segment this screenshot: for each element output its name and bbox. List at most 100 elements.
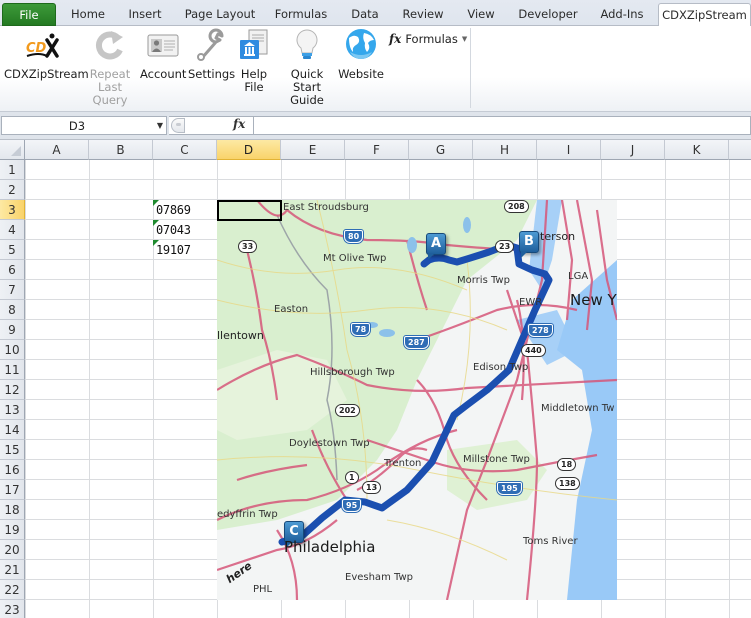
- row-header-9[interactable]: 9: [0, 320, 25, 340]
- row-header-4[interactable]: 4: [0, 220, 25, 240]
- number-stored-as-text-indicator: [153, 220, 159, 226]
- row-header-10[interactable]: 10: [0, 340, 25, 360]
- cdxzipstream-button[interactable]: CD CDXZipStream: [4, 28, 89, 81]
- cell-c4[interactable]: 07043: [153, 220, 217, 240]
- map-place-label: Toms River: [523, 536, 578, 547]
- row-header-16[interactable]: 16: [0, 460, 25, 480]
- column-header-i[interactable]: I: [537, 140, 601, 160]
- fx-icon: fx: [389, 32, 402, 46]
- select-all-button[interactable]: [0, 140, 25, 160]
- cdxzipstream-label: CDXZipStream: [4, 67, 89, 81]
- tab-insert[interactable]: Insert: [120, 3, 170, 26]
- road-shield-287: 287: [403, 335, 430, 350]
- tab-cdxzipstream[interactable]: CDXZipStream: [658, 3, 751, 27]
- column-header-c[interactable]: C: [153, 140, 217, 160]
- road-shield-18: 18: [557, 458, 577, 471]
- insert-function-button[interactable]: fx: [233, 117, 245, 131]
- column-header-g[interactable]: G: [409, 140, 473, 160]
- tab-data[interactable]: Data: [344, 3, 386, 26]
- website-button[interactable]: Website: [338, 28, 384, 81]
- row-header-15[interactable]: 15: [0, 440, 25, 460]
- help-file-icon: [237, 28, 271, 62]
- tab-file[interactable]: File: [2, 3, 56, 26]
- map-place-label: Mt Olive Twp: [323, 253, 387, 264]
- gridline-vertical: [25, 160, 26, 618]
- tab-review[interactable]: Review: [398, 3, 448, 26]
- map-marker-a[interactable]: A: [426, 233, 446, 260]
- row-header-19[interactable]: 19: [0, 520, 25, 540]
- tab-add-ins[interactable]: Add-Ins: [594, 3, 650, 26]
- cell-c5[interactable]: 19107: [153, 240, 217, 260]
- column-header-l[interactable]: [729, 140, 751, 160]
- tab-formulas[interactable]: Formulas: [270, 3, 332, 26]
- gridline-vertical: [89, 160, 90, 618]
- website-label: Website: [338, 67, 384, 81]
- column-header-e[interactable]: E: [281, 140, 345, 160]
- column-header-k[interactable]: K: [665, 140, 729, 160]
- map-place-label: Middletown Tw: [541, 403, 615, 414]
- row-header-13[interactable]: 13: [0, 400, 25, 420]
- name-box-value: D3: [68, 119, 86, 133]
- formula-input[interactable]: [253, 116, 751, 135]
- tab-page-layout[interactable]: Page Layout: [180, 3, 260, 26]
- id-card-icon: [146, 28, 180, 62]
- row-header-22[interactable]: 22: [0, 580, 25, 600]
- account-button[interactable]: Account: [140, 28, 186, 81]
- quick-start-guide-button[interactable]: Quick Start Guide: [276, 28, 338, 107]
- map-place-label: llentown: [217, 329, 264, 342]
- row-header-18[interactable]: 18: [0, 500, 25, 520]
- map-place-label: East Stroudsburg: [283, 202, 369, 213]
- row-header-6[interactable]: 6: [0, 260, 25, 280]
- number-stored-as-text-indicator: [153, 240, 159, 246]
- column-header-a[interactable]: A: [25, 140, 89, 160]
- map-marker-b[interactable]: B: [519, 231, 539, 258]
- row-header-3[interactable]: 3: [0, 200, 25, 220]
- map-place-label: Philadelphia: [284, 538, 376, 556]
- cell-value: 07043: [156, 223, 191, 237]
- map-place-label: PHL: [253, 584, 273, 595]
- spreadsheet-grid[interactable]: A B C D E F G H I J K 1 2 3 4 5 6 7 8 9 10 11 12 13 14 15 16 17 18 19…: [0, 140, 751, 618]
- name-box[interactable]: D3 ▼: [1, 116, 167, 135]
- gridline-vertical: [665, 160, 666, 618]
- road-shield-23: 23: [495, 240, 515, 253]
- row-header-1[interactable]: 1: [0, 160, 25, 180]
- row-header-2[interactable]: 2: [0, 180, 25, 200]
- route-map-image[interactable]: A B C East Stroudsburg Mt Olive Twp Easton lle…: [217, 200, 617, 600]
- row-header-11[interactable]: 11: [0, 360, 25, 380]
- map-place-label: LGA: [568, 271, 589, 282]
- row-header-7[interactable]: 7: [0, 280, 25, 300]
- map-place-label: Morris Twp: [457, 275, 510, 286]
- formula-bar-resize-handle[interactable]: [171, 118, 185, 133]
- help-file-button[interactable]: Help File: [236, 28, 272, 94]
- cell-c3[interactable]: 07869: [153, 200, 217, 220]
- column-header-f[interactable]: F: [345, 140, 409, 160]
- number-stored-as-text-indicator: [153, 200, 159, 206]
- row-header-5[interactable]: 5: [0, 240, 25, 260]
- formulas-dropdown[interactable]: fx Formulas ▼: [389, 32, 467, 46]
- column-header-h[interactable]: H: [473, 140, 537, 160]
- map-place-label: edyffrin Twp: [217, 509, 278, 520]
- row-header-17[interactable]: 17: [0, 480, 25, 500]
- road-shield-202: 202: [335, 404, 360, 417]
- row-header-23[interactable]: 23: [0, 600, 25, 618]
- map-place-label: Doylestown Twp: [289, 438, 370, 449]
- tab-view[interactable]: View: [462, 3, 500, 26]
- repeat-arrow-icon: [93, 28, 127, 62]
- road-shield-440: 440: [521, 344, 546, 357]
- name-box-dropdown-icon[interactable]: ▼: [157, 121, 163, 130]
- row-header-21[interactable]: 21: [0, 560, 25, 580]
- row-header-14[interactable]: 14: [0, 420, 25, 440]
- column-header-b[interactable]: B: [89, 140, 153, 160]
- row-header-8[interactable]: 8: [0, 300, 25, 320]
- settings-button[interactable]: Settings: [188, 28, 236, 81]
- tab-developer[interactable]: Developer: [514, 3, 582, 26]
- road-shield-13: 13: [362, 481, 382, 494]
- row-header-20[interactable]: 20: [0, 540, 25, 560]
- row-header-12[interactable]: 12: [0, 380, 25, 400]
- ribbon-tab-bar: File Home Insert Page Layout Formulas Da…: [0, 0, 751, 27]
- column-header-d[interactable]: D: [217, 140, 281, 160]
- tab-home[interactable]: Home: [62, 3, 114, 26]
- active-cell-outline: [217, 200, 282, 221]
- column-header-j[interactable]: J: [601, 140, 665, 160]
- settings-label: Settings: [188, 67, 236, 81]
